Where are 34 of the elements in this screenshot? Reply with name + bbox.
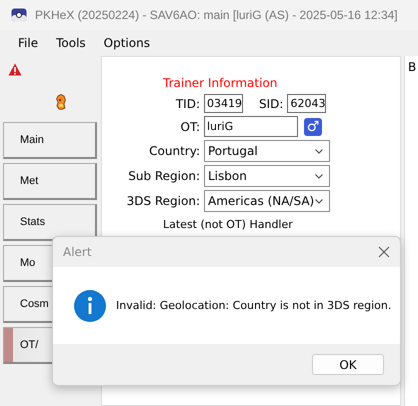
warning-icon bbox=[8, 63, 22, 76]
alert-message: Invalid: Geolocation: Country is not in 3DS region. bbox=[116, 299, 392, 312]
close-icon[interactable] bbox=[378, 246, 390, 258]
input-field[interactable]: luriG bbox=[204, 116, 298, 137]
chevron-icon bbox=[315, 148, 323, 154]
dropdown[interactable]: Americas (NA/SA) bbox=[204, 190, 330, 212]
menu-item[interactable]: Options bbox=[104, 36, 150, 50]
chevron-icon bbox=[315, 174, 323, 178]
tab[interactable]: Main bbox=[3, 122, 97, 159]
input-field[interactable]: 03419 bbox=[204, 94, 243, 113]
creature-sprite-icon bbox=[55, 94, 67, 110]
field-label: OT: bbox=[180, 120, 200, 134]
info-icon bbox=[74, 290, 106, 322]
panel-label: B bbox=[408, 60, 416, 74]
section-heading: Trainer Information bbox=[163, 76, 278, 90]
field-label: Country: bbox=[148, 144, 200, 158]
ok-button[interactable]: OK bbox=[312, 354, 384, 375]
input-field[interactable]: 62043 bbox=[287, 94, 326, 113]
field-label: TID: bbox=[174, 96, 200, 110]
window-title: PKHeX (20250224) - SAV6AO: main [luriG (AS) - 2025-05-16 12:34] bbox=[35, 8, 398, 22]
field-label: SID: bbox=[259, 96, 284, 110]
dropdown[interactable]: Lisbon bbox=[204, 165, 330, 187]
app-icon bbox=[11, 7, 27, 23]
field-label: Sub Region: bbox=[127, 169, 200, 183]
chevron-icon bbox=[315, 198, 323, 204]
dropdown[interactable]: Portugal bbox=[204, 140, 330, 162]
dialog-title: Alert bbox=[63, 245, 92, 259]
tab[interactable]: Stats bbox=[3, 204, 97, 241]
menu-item[interactable]: File bbox=[18, 36, 38, 50]
menu-item[interactable]: Tools bbox=[56, 36, 86, 50]
tab[interactable]: Met bbox=[3, 163, 97, 200]
gender-button[interactable]: ♂ bbox=[304, 118, 322, 136]
section-heading: Latest (not OT) Handler bbox=[163, 218, 294, 231]
field-label: 3DS Region: bbox=[126, 194, 200, 208]
